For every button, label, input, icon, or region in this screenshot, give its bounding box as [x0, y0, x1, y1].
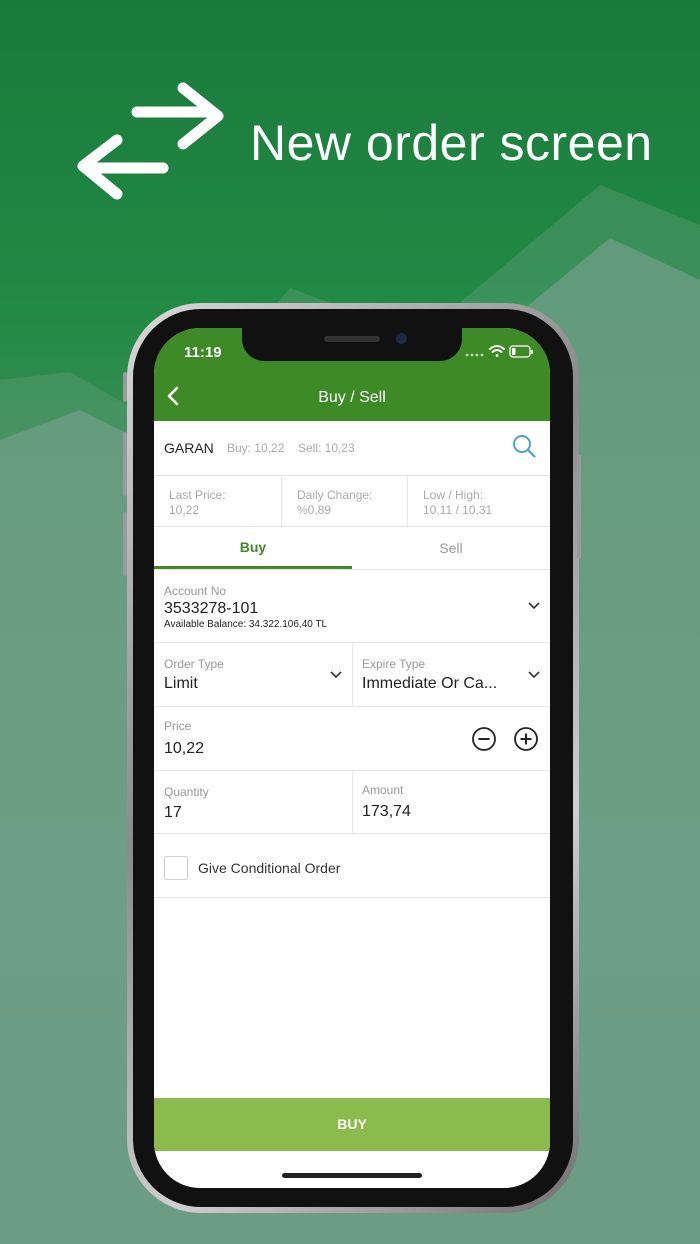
order-type-label: Order Type	[164, 657, 224, 671]
symbol-buy-price: Buy: 10,22	[227, 441, 285, 455]
available-balance: Available Balance: 34.322.106,40 TL	[164, 619, 328, 630]
buy-button[interactable]: BUY	[154, 1098, 550, 1151]
hero-title: New order screen	[250, 115, 653, 171]
conditional-order-label: Give Conditional Order	[198, 860, 341, 876]
quantity-label: Quantity	[164, 785, 209, 799]
stat-last-price: Last Price: 10,22	[154, 476, 281, 526]
order-type-select[interactable]: Order Type Limit	[154, 643, 352, 706]
amount-field[interactable]: Amount 173,74	[352, 771, 550, 833]
amount-input[interactable]: 173,74	[362, 803, 411, 821]
chevron-down-icon	[528, 602, 540, 610]
notch	[242, 328, 462, 361]
stat-label: Low / High:	[423, 488, 484, 502]
quantity-field[interactable]: Quantity 17	[154, 771, 352, 833]
price-label: Price	[164, 719, 192, 733]
account-number: 3533278-101	[164, 600, 259, 617]
order-type-row: Order Type Limit Expire Type Immediate O…	[154, 643, 550, 707]
front-camera	[396, 333, 407, 344]
buy-sell-tabs: Buy Sell	[154, 527, 550, 570]
plus-circle-icon[interactable]	[514, 727, 538, 751]
home-indicator	[282, 1173, 422, 1178]
hero-banner: New order screen	[75, 80, 675, 205]
speaker	[324, 336, 380, 342]
phone-power-button	[577, 455, 581, 559]
account-select[interactable]: Account No 3533278-101 Available Balance…	[154, 570, 550, 643]
stat-value: %0,89	[297, 503, 332, 517]
expire-type-value: Immediate Or Ca...	[362, 675, 498, 692]
tab-buy[interactable]: Buy	[154, 527, 352, 569]
signal-icon	[465, 353, 484, 357]
tab-sell[interactable]: Sell	[352, 527, 550, 569]
phone-silent-switch	[123, 372, 127, 402]
stat-label: Last Price:	[169, 488, 226, 502]
stat-value: 10,11 / 10,31	[423, 503, 493, 517]
stat-daily-change: Daily Change: %0,89	[281, 476, 408, 526]
swap-arrows-icon	[77, 82, 224, 200]
account-label: Account No	[164, 584, 227, 598]
page-title: Buy / Sell	[318, 389, 386, 406]
app-screen: 11:19 Buy / Sell GARAN Buy: 10,22 Sell: …	[154, 328, 550, 1188]
expire-type-select[interactable]: Expire Type Immediate Or Ca...	[352, 643, 550, 706]
nav-bar: Buy / Sell	[154, 372, 550, 421]
phone-volume-down	[123, 512, 127, 576]
symbol-sell-price: Sell: 10,23	[298, 441, 355, 455]
conditional-order-checkbox[interactable]	[164, 856, 188, 880]
status-bar: 11:19	[154, 328, 550, 372]
wifi-icon	[489, 345, 505, 357]
symbol-code: GARAN	[164, 440, 214, 456]
amount-label: Amount	[362, 783, 404, 797]
search-icon[interactable]	[512, 434, 536, 458]
status-time: 11:19	[184, 344, 222, 361]
price-row: Price 10,22	[154, 707, 550, 771]
battery-icon	[509, 345, 533, 358]
chevron-down-icon	[330, 671, 342, 679]
order-type-value: Limit	[164, 675, 198, 692]
expire-type-label: Expire Type	[362, 657, 426, 671]
chevron-down-icon	[528, 671, 540, 679]
conditional-order-row[interactable]: Give Conditional Order	[154, 834, 550, 898]
stat-low-high: Low / High: 10,11 / 10,31	[407, 476, 550, 526]
phone-volume-up	[123, 432, 127, 496]
stat-label: Daily Change:	[297, 488, 373, 502]
price-input[interactable]: 10,22	[164, 740, 204, 758]
quantity-input[interactable]: 17	[164, 804, 182, 822]
quantity-amount-row: Quantity 17 Amount 173,74	[154, 771, 550, 834]
minus-circle-icon[interactable]	[472, 727, 496, 751]
symbol-row[interactable]: GARAN Buy: 10,22 Sell: 10,23	[154, 421, 550, 476]
stat-value: 10,22	[169, 503, 200, 517]
market-stats: Last Price: 10,22 Daily Change: %0,89 Lo…	[154, 476, 550, 527]
status-icons	[465, 345, 533, 358]
